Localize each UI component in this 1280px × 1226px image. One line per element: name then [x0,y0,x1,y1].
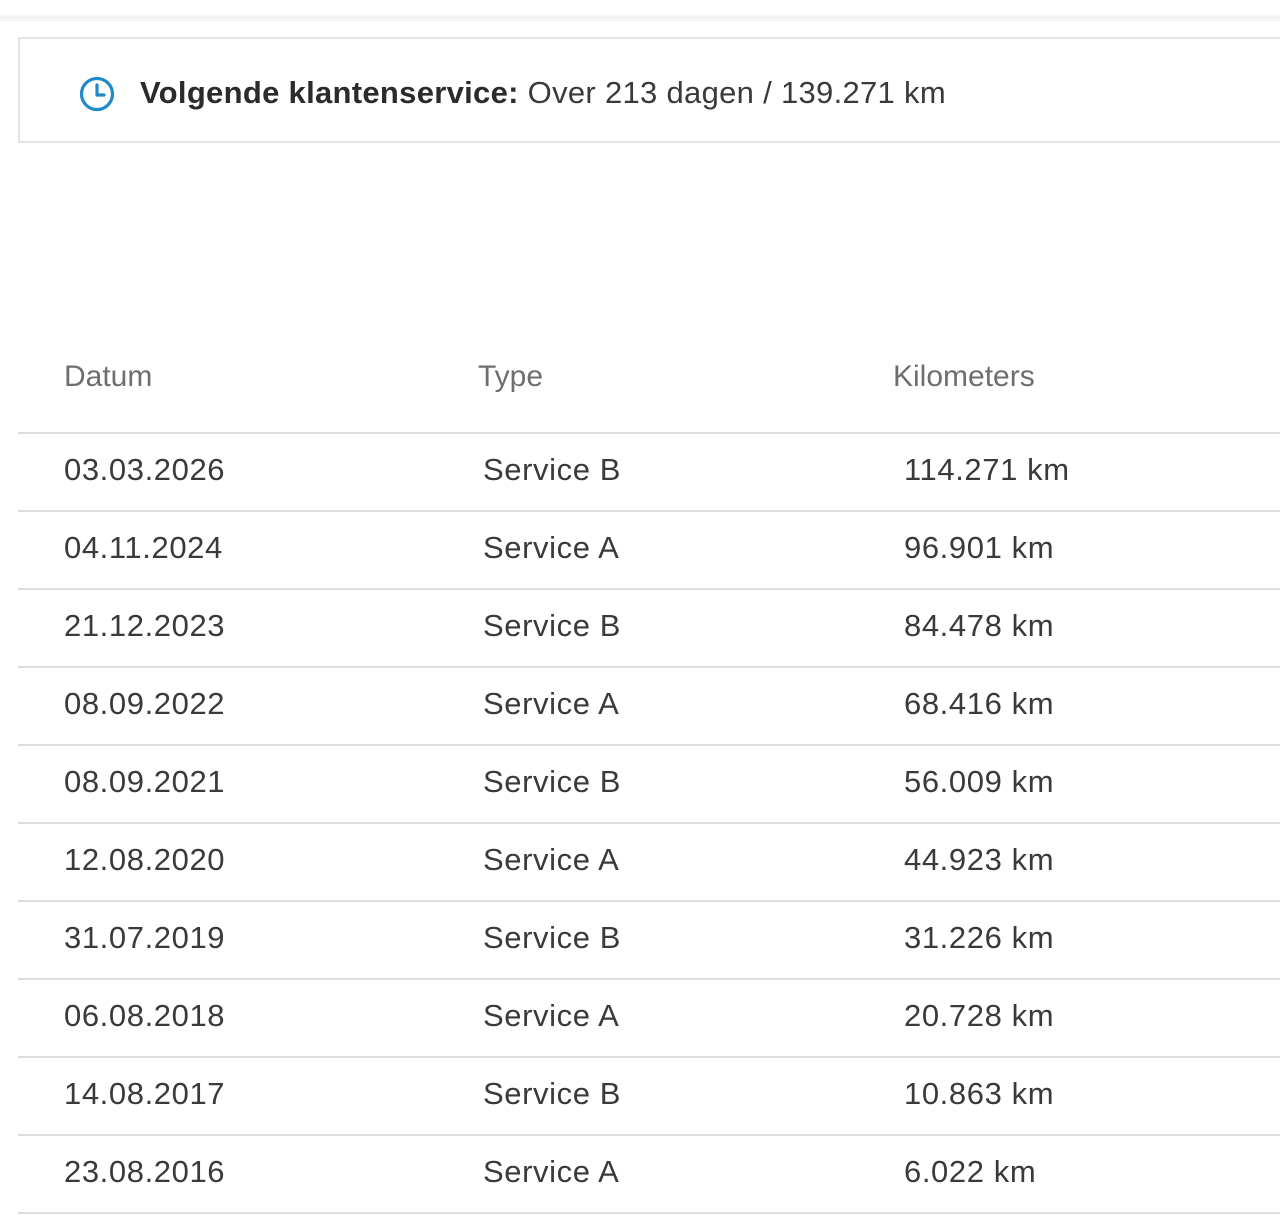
cell-kilometers: 44.923 km [904,842,1055,877]
table-row: 04.11.2024 Service A 96.901 km [18,512,1280,590]
cell-type: Service B [483,764,622,799]
next-service-text: Volgende klantenservice: Over 213 dagen … [140,73,946,113]
next-service-banner: Volgende klantenservice: Over 213 dagen … [18,37,1280,143]
cell-type: Service A [483,998,620,1033]
cell-kilometers: 114.271 km [904,452,1070,487]
cell-kilometers: 96.901 km [904,530,1055,565]
cell-kilometers: 10.863 km [904,1076,1055,1111]
next-service-label: Volgende klantenservice: [140,75,519,110]
cell-type: Service A [483,530,620,565]
cell-type: Service A [483,1154,620,1189]
cell-date: 06.08.2018 [64,998,226,1033]
cell-type: Service A [483,842,620,877]
cell-type: Service B [483,920,622,955]
table-row: 14.08.2017 Service B 10.863 km [18,1058,1280,1136]
table-header: Datum Type Kilometers [18,340,1280,434]
cell-date: 31.07.2019 [64,920,226,955]
cell-kilometers: 6.022 km [904,1154,1037,1189]
cell-type: Service A [483,686,620,721]
cell-type: Service B [483,1076,622,1111]
cell-date: 08.09.2021 [64,764,226,799]
cell-kilometers: 20.728 km [904,998,1055,1033]
clock-icon [79,76,115,112]
next-service-value: Over 213 dagen / 139.271 km [518,75,946,110]
table-row: 08.09.2022 Service A 68.416 km [18,668,1280,746]
cell-date: 12.08.2020 [64,842,226,877]
table-row: 08.09.2021 Service B 56.009 km [18,746,1280,824]
cell-kilometers: 84.478 km [904,608,1055,643]
cell-date: 23.08.2016 [64,1154,226,1189]
cell-type: Service B [483,608,622,643]
table-row: 06.08.2018 Service A 20.728 km [18,980,1280,1058]
column-header-type: Type [478,360,544,393]
table-row: 31.07.2019 Service B 31.226 km [18,902,1280,980]
cell-date: 08.09.2022 [64,686,226,721]
cell-date: 04.11.2024 [64,530,223,565]
table-row: 03.03.2026 Service B 114.271 km [18,434,1280,512]
table-row: 21.12.2023 Service B 84.478 km [18,590,1280,668]
cell-date: 21.12.2023 [64,608,226,643]
column-header-kilometers: Kilometers [893,360,1035,393]
cell-date: 03.03.2026 [64,452,226,487]
top-bar-shadow [0,0,1280,21]
cell-kilometers: 31.226 km [904,920,1055,955]
table-body: 03.03.2026 Service B 114.271 km 04.11.2024 S… [18,434,1280,1214]
cell-type: Service B [483,452,622,487]
service-history-table: Datum Type Kilometers 03.03.2026 Service … [18,340,1280,1214]
table-row: 12.08.2020 Service A 44.923 km [18,824,1280,902]
table-row: 23.08.2016 Service A 6.022 km [18,1136,1280,1214]
cell-date: 14.08.2017 [64,1076,226,1111]
cell-kilometers: 56.009 km [904,764,1055,799]
cell-kilometers: 68.416 km [904,686,1055,721]
column-header-date: Datum [64,360,153,393]
